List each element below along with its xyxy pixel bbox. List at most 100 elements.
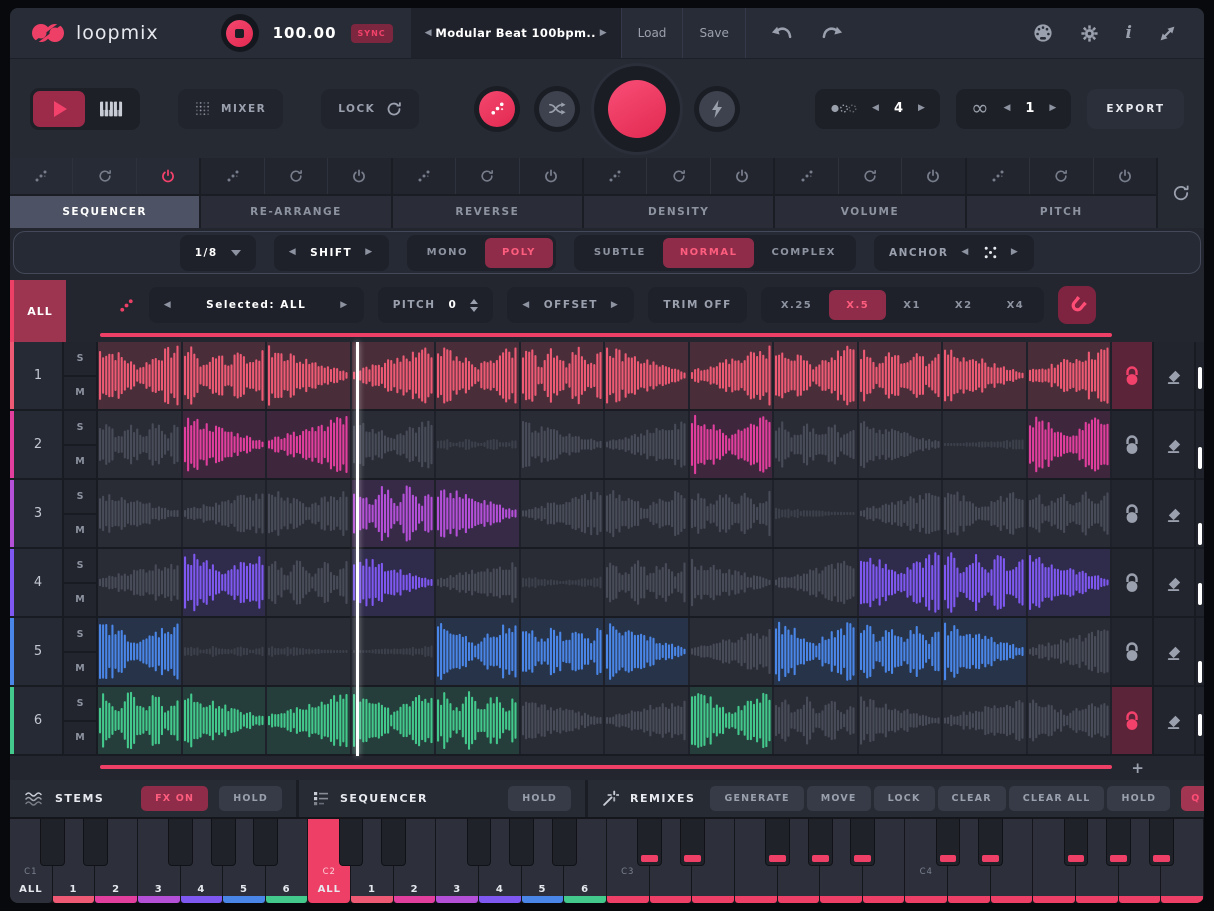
loop-cell[interactable] bbox=[183, 342, 268, 409]
loop-cell[interactable] bbox=[943, 687, 1028, 754]
remix-move-button[interactable]: MOVE bbox=[807, 786, 871, 811]
loop-cell[interactable] bbox=[267, 411, 352, 478]
loop-cell[interactable] bbox=[1028, 411, 1113, 478]
anchor-next-icon[interactable]: ▶ bbox=[1011, 248, 1019, 257]
tab-dice-icon[interactable] bbox=[10, 158, 73, 194]
loop-cell[interactable] bbox=[774, 687, 859, 754]
global-randomize-button[interactable] bbox=[1158, 158, 1204, 228]
black-key[interactable] bbox=[40, 819, 65, 866]
loop-cell[interactable] bbox=[521, 549, 606, 616]
mute-button[interactable]: M bbox=[64, 515, 96, 548]
remix-clear-button[interactable]: CLEAR bbox=[938, 786, 1006, 811]
black-key[interactable] bbox=[808, 819, 833, 866]
track-erase-button[interactable] bbox=[1154, 618, 1196, 685]
piano-view-button[interactable] bbox=[85, 91, 137, 127]
tab-power-icon[interactable] bbox=[520, 158, 582, 194]
loop-cell[interactable] bbox=[267, 480, 352, 547]
speed-x2[interactable]: X2 bbox=[938, 290, 990, 320]
bpm-display[interactable]: 100.00 bbox=[273, 24, 337, 42]
track-volume-slider[interactable] bbox=[1198, 583, 1202, 605]
loop-cell[interactable] bbox=[774, 411, 859, 478]
track-lock-button[interactable] bbox=[1112, 549, 1154, 616]
loop-cell[interactable] bbox=[605, 687, 690, 754]
selection-range-bar[interactable] bbox=[100, 333, 1112, 337]
shift-left-icon[interactable]: ◀ bbox=[289, 248, 297, 257]
loop-cell[interactable] bbox=[1028, 480, 1113, 547]
tab-power-icon[interactable] bbox=[137, 158, 199, 194]
loop-cell[interactable] bbox=[98, 687, 183, 754]
loop-cell[interactable] bbox=[352, 411, 437, 478]
loop-cell[interactable] bbox=[436, 549, 521, 616]
anchor-prev-icon[interactable]: ◀ bbox=[961, 248, 969, 257]
export-button[interactable]: EXPORT bbox=[1087, 89, 1184, 129]
black-key[interactable] bbox=[850, 819, 875, 866]
offset-right-icon[interactable]: ▶ bbox=[611, 301, 619, 310]
mixer-button[interactable]: MIXER bbox=[178, 89, 283, 129]
sync-badge[interactable]: SYNC bbox=[351, 24, 393, 43]
tab-power-icon[interactable] bbox=[1094, 158, 1156, 194]
tab-power-icon[interactable] bbox=[902, 158, 964, 194]
stop-button[interactable] bbox=[221, 14, 259, 52]
black-key[interactable] bbox=[211, 819, 236, 866]
scale-icon[interactable] bbox=[1159, 25, 1176, 42]
loop-cell[interactable] bbox=[98, 342, 183, 409]
track-erase-button[interactable] bbox=[1154, 342, 1196, 409]
loop-cell[interactable] bbox=[267, 618, 352, 685]
loop-cell[interactable] bbox=[521, 618, 606, 685]
loop-cell[interactable] bbox=[943, 618, 1028, 685]
trim-toggle[interactable]: TRIM OFF bbox=[648, 287, 747, 323]
black-key[interactable] bbox=[381, 819, 406, 866]
loop-cell[interactable] bbox=[436, 411, 521, 478]
loop-cell[interactable] bbox=[605, 480, 690, 547]
loop-cell[interactable] bbox=[352, 618, 437, 685]
loop-cell[interactable] bbox=[774, 549, 859, 616]
loop-cell[interactable] bbox=[436, 687, 521, 754]
speed-x.5[interactable]: X.5 bbox=[829, 290, 886, 320]
loop-cell[interactable] bbox=[98, 549, 183, 616]
mute-button[interactable]: M bbox=[64, 722, 96, 755]
loop-cell[interactable] bbox=[352, 342, 437, 409]
track-lock-button[interactable] bbox=[1112, 411, 1154, 478]
loop-cell[interactable] bbox=[521, 342, 606, 409]
tab-refresh-icon[interactable] bbox=[73, 158, 136, 194]
tab-reverse[interactable]: REVERSE bbox=[393, 158, 584, 228]
loop-cell[interactable] bbox=[1028, 618, 1113, 685]
all-tracks-button[interactable]: ALL bbox=[10, 280, 66, 342]
selected-prev-icon[interactable]: ◀ bbox=[164, 301, 172, 310]
loop-cell[interactable] bbox=[352, 480, 437, 547]
preset-next-icon[interactable]: ▶ bbox=[600, 29, 607, 38]
loop-cell[interactable] bbox=[1028, 342, 1113, 409]
loop-cell[interactable] bbox=[605, 342, 690, 409]
save-button[interactable]: Save bbox=[683, 8, 745, 58]
track-lock-button[interactable] bbox=[1112, 342, 1154, 409]
loop-cell[interactable] bbox=[267, 687, 352, 754]
tab-pitch[interactable]: PITCH bbox=[967, 158, 1158, 228]
loop-cell[interactable] bbox=[98, 618, 183, 685]
track-lock-button[interactable] bbox=[1112, 618, 1154, 685]
track-erase-button[interactable] bbox=[1154, 687, 1196, 754]
black-key[interactable] bbox=[253, 819, 278, 866]
remix-generate-button[interactable]: GENERATE bbox=[710, 786, 803, 811]
tab-dice-icon[interactable] bbox=[775, 158, 838, 194]
tab-volume[interactable]: VOLUME bbox=[775, 158, 966, 228]
loop-cell[interactable] bbox=[859, 618, 944, 685]
black-key[interactable] bbox=[1106, 819, 1131, 866]
stems-fx-toggle[interactable]: FX ON bbox=[141, 786, 208, 811]
track-erase-button[interactable] bbox=[1154, 411, 1196, 478]
loop-cell[interactable] bbox=[183, 549, 268, 616]
tab-refresh-icon[interactable] bbox=[647, 158, 710, 194]
undo-icon[interactable] bbox=[770, 25, 793, 41]
tab-refresh-icon[interactable] bbox=[839, 158, 902, 194]
tab-sequencer[interactable]: SEQUENCER bbox=[10, 158, 201, 228]
complexity-subtle[interactable]: SUBTLE bbox=[577, 238, 663, 268]
complexity-normal[interactable]: NORMAL bbox=[663, 238, 755, 268]
loop-cell[interactable] bbox=[267, 549, 352, 616]
loop-cell[interactable] bbox=[774, 342, 859, 409]
tab-re-arrange[interactable]: RE-ARRANGE bbox=[201, 158, 392, 228]
tab-refresh-icon[interactable] bbox=[1030, 158, 1093, 194]
solo-button[interactable]: S bbox=[64, 687, 96, 722]
remix-clear-all-button[interactable]: CLEAR ALL bbox=[1009, 786, 1105, 811]
loop-cell[interactable] bbox=[690, 549, 775, 616]
remix-lock-button[interactable]: LOCK bbox=[874, 786, 935, 811]
play-view-button[interactable] bbox=[33, 91, 85, 127]
